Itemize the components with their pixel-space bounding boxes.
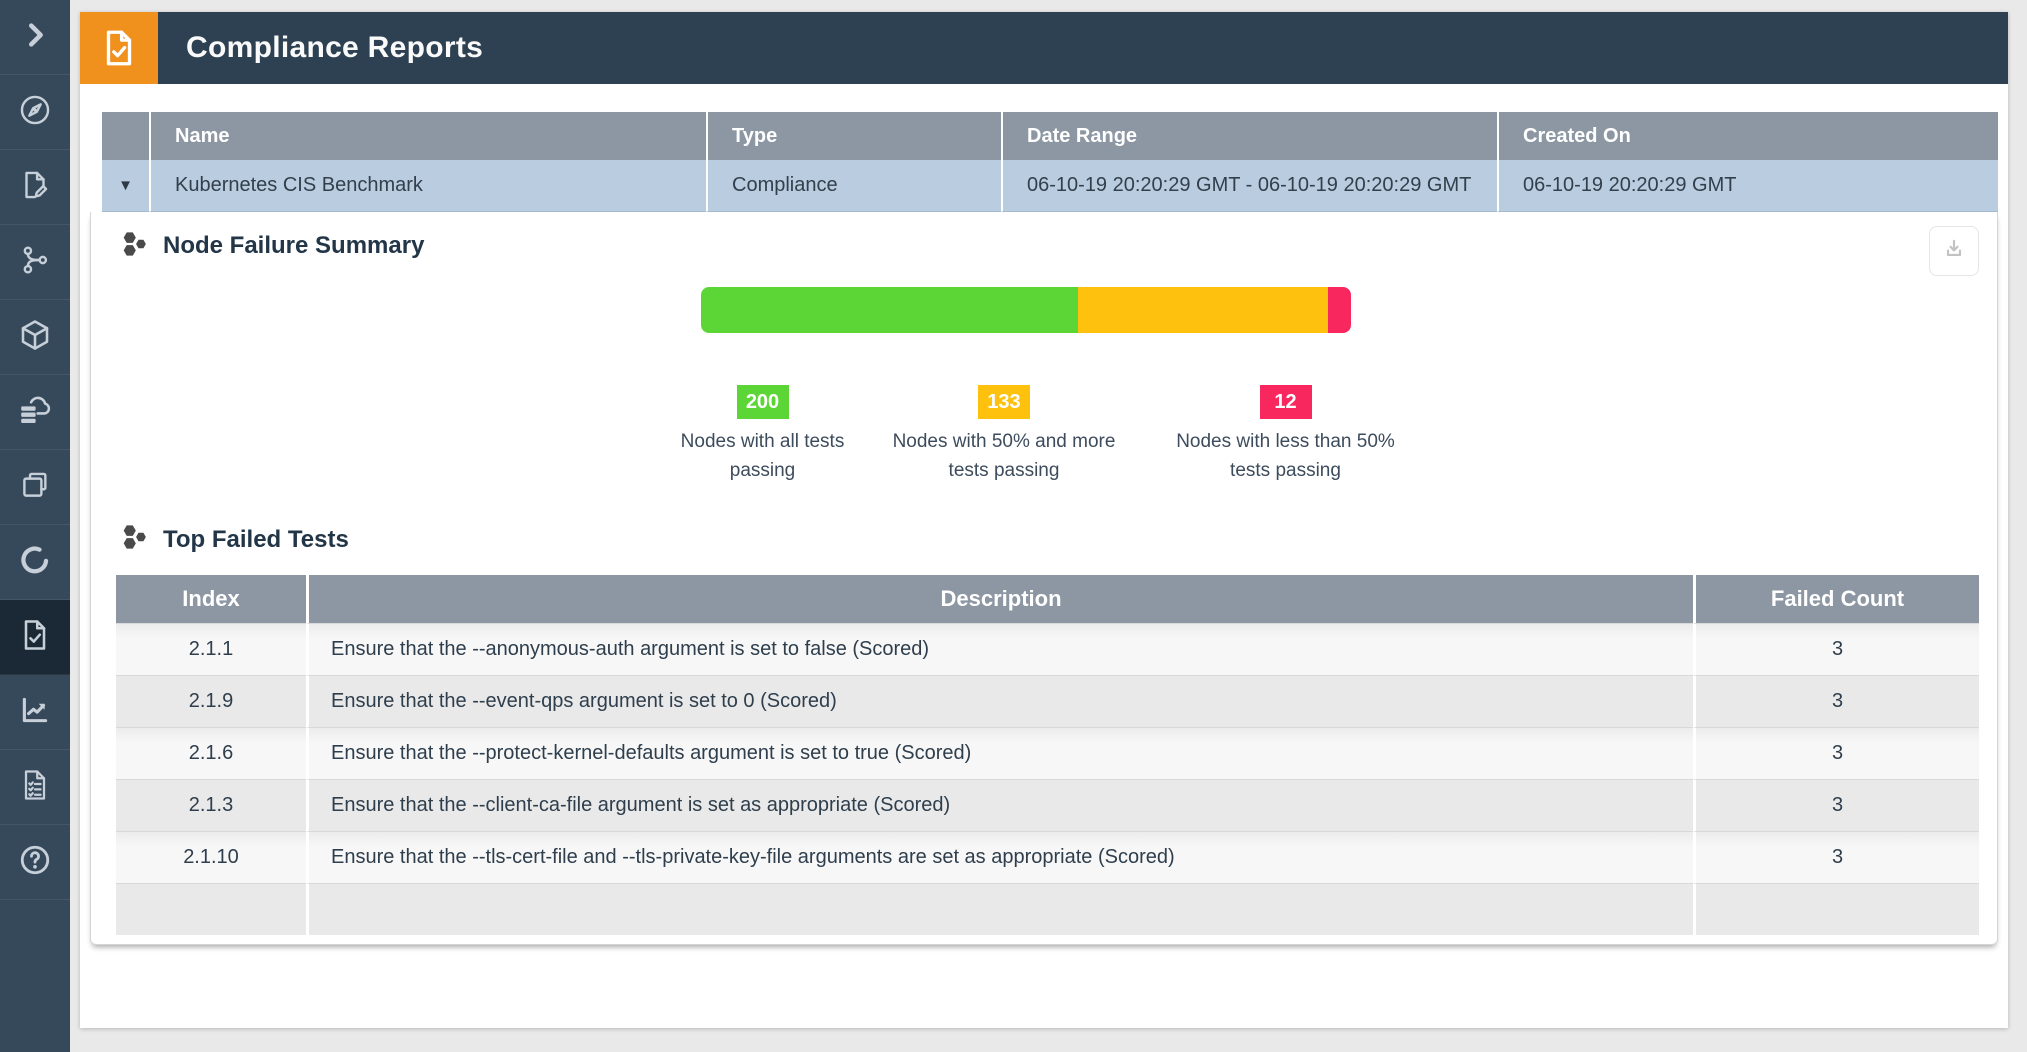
legend-item-partial: 133 Nodes with 50% and more tests passin… [879, 385, 1129, 486]
failed-header-index: Index [116, 575, 306, 623]
chevron-right-icon [20, 20, 50, 55]
sidebar-item-containers[interactable] [0, 450, 70, 525]
failed-row-description: Ensure that the --event-qps argument is … [306, 675, 1693, 727]
failed-row-description: Ensure that the --protect-kernel-default… [306, 727, 1693, 779]
failed-row-count: 3 [1693, 727, 1979, 779]
failed-row-index: 2.1.1 [116, 623, 306, 675]
report-detail-panel: Node Failure Summary 200 Nodes with all … [90, 212, 1998, 945]
bar-segment-partial [1078, 287, 1329, 333]
title-bar: Compliance Reports [158, 12, 2008, 84]
failed-row-index: 2.1.6 [116, 727, 306, 779]
reports-header-date-range[interactable]: Date Range [1001, 112, 1497, 160]
download-button[interactable] [1929, 226, 1979, 276]
sidebar-item-policy[interactable] [0, 150, 70, 225]
sidebar [0, 0, 70, 1052]
failed-header-count: Failed Count [1693, 575, 1979, 623]
hexagon-cluster-icon [121, 229, 149, 264]
section-title: Top Failed Tests [163, 526, 349, 554]
failed-row-description: Ensure that the --tls-cert-file and --tl… [306, 831, 1693, 883]
sidebar-item-refresh[interactable] [0, 525, 70, 600]
download-icon [1941, 236, 1967, 267]
reports-table: Name Type Date Range Created On ▼ Kubern… [102, 112, 1998, 212]
sidebar-item-audit-checklist[interactable] [0, 750, 70, 825]
failed-header-description: Description [306, 575, 1693, 623]
legend-label: Nodes with all tests passing [680, 427, 845, 486]
failed-row-count: 3 [1693, 831, 1979, 883]
failed-row-description: Ensure that the --anonymous-auth argumen… [306, 623, 1693, 675]
document-edit-icon [18, 168, 52, 207]
section-title: Node Failure Summary [163, 232, 424, 260]
failed-row-index: 2.1.3 [116, 779, 306, 831]
failed-row-empty [116, 883, 306, 935]
help-circle-icon [18, 843, 52, 882]
page-title: Compliance Reports [158, 31, 483, 65]
sidebar-item-navigate[interactable] [0, 75, 70, 150]
chart-legend: 200 Nodes with all tests passing 133 Nod… [91, 385, 1997, 486]
reports-header-created-on[interactable]: Created On [1497, 112, 1998, 160]
failed-tests-table: Index Description Failed Count 2.1.1 Ens… [116, 575, 1979, 935]
node-failure-summary-heading: Node Failure Summary [91, 230, 1997, 262]
sidebar-item-compliance-reports[interactable] [0, 600, 70, 675]
sidebar-item-network-activity[interactable] [0, 225, 70, 300]
bar-segment-passing [701, 287, 1078, 333]
layers-icon [18, 468, 52, 507]
failed-row-empty [1693, 883, 1979, 935]
failed-row-count: 3 [1693, 623, 1979, 675]
reports-header-expander [102, 112, 149, 160]
network-branch-icon [18, 243, 52, 282]
cube-icon [17, 317, 53, 358]
compliance-report-app-icon [80, 12, 158, 84]
node-failure-stacked-bar [701, 287, 1351, 333]
failed-row-count: 3 [1693, 779, 1979, 831]
sidebar-item-expand[interactable] [0, 0, 70, 75]
legend-value-badge: 133 [978, 385, 1030, 419]
report-row-type: Compliance [706, 160, 1001, 212]
refresh-icon [18, 543, 52, 582]
legend-item-failing: 12 Nodes with less than 50% tests passin… [1163, 385, 1408, 486]
main-content: Compliance Reports Name Type Date Range … [80, 12, 2008, 1028]
bar-segment-failing [1328, 287, 1351, 333]
legend-value-badge: 200 [737, 385, 789, 419]
failed-row-count: 3 [1693, 675, 1979, 727]
report-row-name[interactable]: Kubernetes CIS Benchmark [149, 160, 706, 212]
failed-row-description: Ensure that the --client-ca-file argumen… [306, 779, 1693, 831]
cloud-database-icon [17, 392, 53, 433]
header-bar: Compliance Reports [80, 12, 2008, 84]
failed-row-index: 2.1.10 [116, 831, 306, 883]
legend-value-badge: 12 [1260, 385, 1312, 419]
sidebar-item-cloud-storage[interactable] [0, 375, 70, 450]
document-check-icon [17, 617, 53, 658]
reports-header-type[interactable]: Type [706, 112, 1001, 160]
sidebar-item-analytics[interactable] [0, 675, 70, 750]
report-row-created-on: 06-10-19 20:20:29 GMT [1497, 160, 1998, 212]
failed-row-empty [306, 883, 1693, 935]
sidebar-item-assets[interactable] [0, 300, 70, 375]
report-row-date-range: 06-10-19 20:20:29 GMT - 06-10-19 20:20:2… [1001, 160, 1497, 212]
reports-header-name[interactable]: Name [149, 112, 706, 160]
compass-icon [18, 93, 52, 132]
triangle-down-icon: ▼ [118, 178, 133, 193]
legend-item-passing: 200 Nodes with all tests passing [680, 385, 845, 486]
line-chart-icon [18, 693, 52, 732]
legend-label: Nodes with less than 50% tests passing [1163, 427, 1408, 486]
row-expander-toggle[interactable]: ▼ [102, 160, 149, 212]
top-failed-tests-heading: Top Failed Tests [91, 524, 1997, 556]
legend-label: Nodes with 50% and more tests passing [879, 427, 1129, 486]
failed-row-index: 2.1.9 [116, 675, 306, 727]
checklist-icon [17, 767, 53, 808]
sidebar-item-help[interactable] [0, 825, 70, 900]
hexagon-cluster-icon [121, 522, 149, 557]
